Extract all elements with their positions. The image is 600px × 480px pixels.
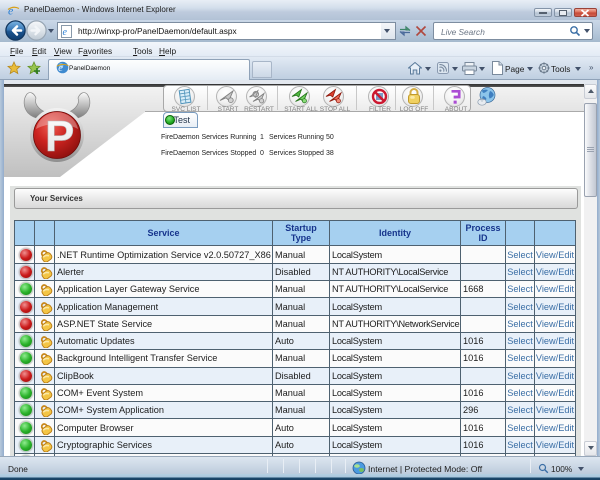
svg-text:e: e — [8, 4, 14, 17]
svg-text:P: P — [45, 112, 74, 161]
svg-text:e: e — [63, 27, 68, 38]
